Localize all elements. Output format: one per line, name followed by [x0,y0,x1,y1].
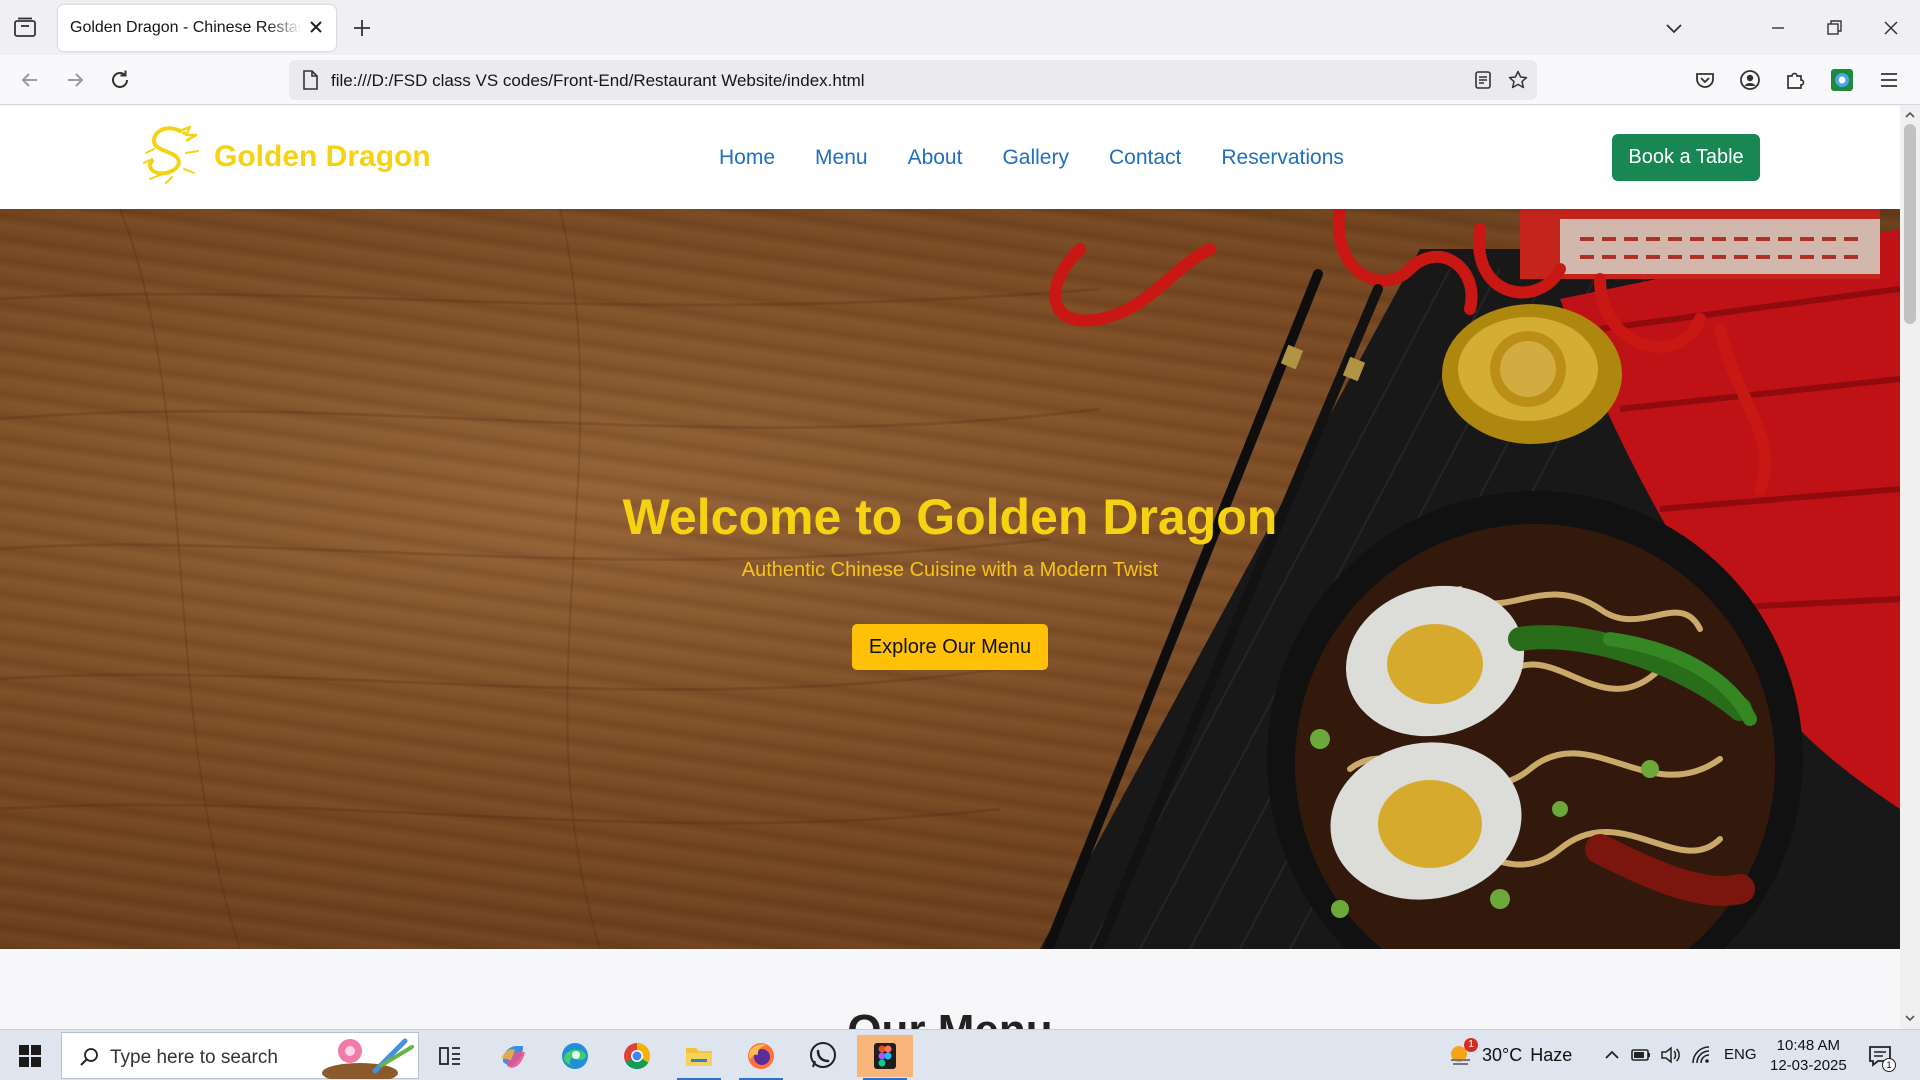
chevron-up-icon[interactable] [1601,1044,1623,1066]
tab-overview-icon[interactable] [12,16,38,40]
nav-link-about[interactable]: About [908,146,963,170]
site-header: Golden Dragon Home Menu About Gallery Co… [0,106,1900,209]
taskbar-app-edge[interactable] [547,1035,603,1077]
taskbar-clock[interactable]: 10:48 AM 12-03-2025 [1770,1036,1847,1076]
task-view-button[interactable] [422,1035,478,1077]
volume-icon[interactable] [1659,1044,1681,1066]
weather-icon: 1 [1448,1038,1478,1068]
whatsapp-icon [810,1042,836,1068]
list-all-tabs-icon[interactable] [1660,14,1688,42]
language-indicator[interactable]: ENG [1724,1046,1757,1063]
page-viewport: Golden Dragon Home Menu About Gallery Co… [0,106,1900,1029]
page-icon[interactable] [299,69,321,91]
taskbar-search-placeholder: Type here to search [110,1047,278,1068]
restore-icon[interactable] [1820,14,1848,42]
nav-link-menu[interactable]: Menu [815,146,868,170]
hero-title: Welcome to Golden Dragon [622,489,1278,545]
address-bar[interactable]: file:///D:/FSD class VS codes/Front-End/… [289,60,1537,100]
forward-icon[interactable] [62,67,88,93]
taskbar-app-whatsapp[interactable] [795,1035,851,1077]
weather-alert-badge: 1 [1464,1038,1478,1052]
bookmark-star-icon[interactable] [1507,69,1529,91]
hero-section: Welcome to Golden Dragon Authentic Chine… [0,209,1900,949]
site-nav: Home Menu About Gallery Contact Reservat… [719,146,1344,170]
close-window-icon[interactable] [1877,14,1905,42]
chrome-icon [624,1043,651,1070]
app-menu-icon[interactable] [1876,67,1902,93]
extensions-icon[interactable] [1782,67,1808,93]
clock-time: 10:48 AM [1776,1037,1841,1054]
copilot-icon [501,1046,525,1068]
wifi-icon[interactable] [1690,1044,1712,1066]
taskbar-app-file-explorer[interactable] [671,1035,727,1080]
taskbar-search-box[interactable]: Type here to search [61,1032,419,1079]
scroll-up-arrow-icon[interactable] [1904,109,1916,121]
taskbar-app-copilot[interactable] [485,1035,541,1077]
notification-count-badge: 1 [1882,1058,1896,1072]
firefox-icon [748,1043,774,1069]
reader-view-icon[interactable] [1472,69,1494,91]
nav-link-gallery[interactable]: Gallery [1002,146,1069,170]
browser-tab[interactable]: Golden Dragon - Chinese Restaurant [58,5,336,51]
dragon-logo-icon[interactable] [140,123,204,191]
search-highlight-illustration [322,1038,414,1079]
taskbar-app-chrome[interactable] [609,1035,665,1077]
nav-link-contact[interactable]: Contact [1109,146,1181,170]
new-tab-icon[interactable] [350,16,374,40]
windows-taskbar: Type here to search 1 30°C Haze ENG 10:4… [0,1029,1920,1080]
folder-icon [686,1048,712,1066]
reload-icon[interactable] [107,67,133,93]
page-scrollbar[interactable] [1900,106,1920,1029]
browser-tab-bar: Golden Dragon - Chinese Restaurant [0,0,1920,55]
windows-start-icon[interactable] [18,1044,42,1068]
battery-icon[interactable] [1630,1044,1652,1066]
scrollbar-thumb[interactable] [1904,124,1916,324]
url-text[interactable]: file:///D:/FSD class VS codes/Front-End/… [331,71,865,91]
scroll-down-arrow-icon[interactable] [1904,1012,1916,1024]
clock-date: 12-03-2025 [1770,1057,1847,1074]
screen: Golden Dragon - Chinese Restaurant [0,0,1920,1080]
browser-toolbar: file:///D:/FSD class VS codes/Front-End/… [0,55,1920,105]
notification-center-button[interactable]: 1 [1866,1042,1896,1072]
extension-globe-icon[interactable] [1829,67,1855,93]
nav-link-home[interactable]: Home [719,146,775,170]
tab-title: Golden Dragon - Chinese Restaurant [70,19,302,36]
menu-section-heading: Our Menu [0,1006,1900,1029]
taskbar-app-firefox[interactable] [733,1035,789,1080]
figma-icon [874,1043,896,1069]
book-table-button[interactable]: Book a Table [1612,134,1760,181]
weather-description: Haze [1530,1044,1573,1065]
close-tab-icon[interactable] [306,17,326,37]
nav-link-reservations[interactable]: Reservations [1221,146,1344,170]
pocket-icon[interactable] [1692,67,1718,93]
taskbar-app-figma[interactable] [857,1035,913,1080]
weather-temperature: 30°C [1482,1044,1523,1065]
edge-icon [562,1043,588,1069]
task-view-icon [439,1047,460,1065]
account-icon[interactable] [1737,67,1763,93]
weather-widget[interactable]: 1 30°C Haze [1448,1038,1573,1068]
site-logo-text[interactable]: Golden Dragon [214,140,431,174]
explore-menu-button[interactable]: Explore Our Menu [852,624,1048,670]
minimize-icon[interactable] [1764,14,1792,42]
back-icon[interactable] [17,67,43,93]
hero-subtitle: Authentic Chinese Cuisine with a Modern … [741,559,1159,581]
search-icon [80,1048,98,1066]
